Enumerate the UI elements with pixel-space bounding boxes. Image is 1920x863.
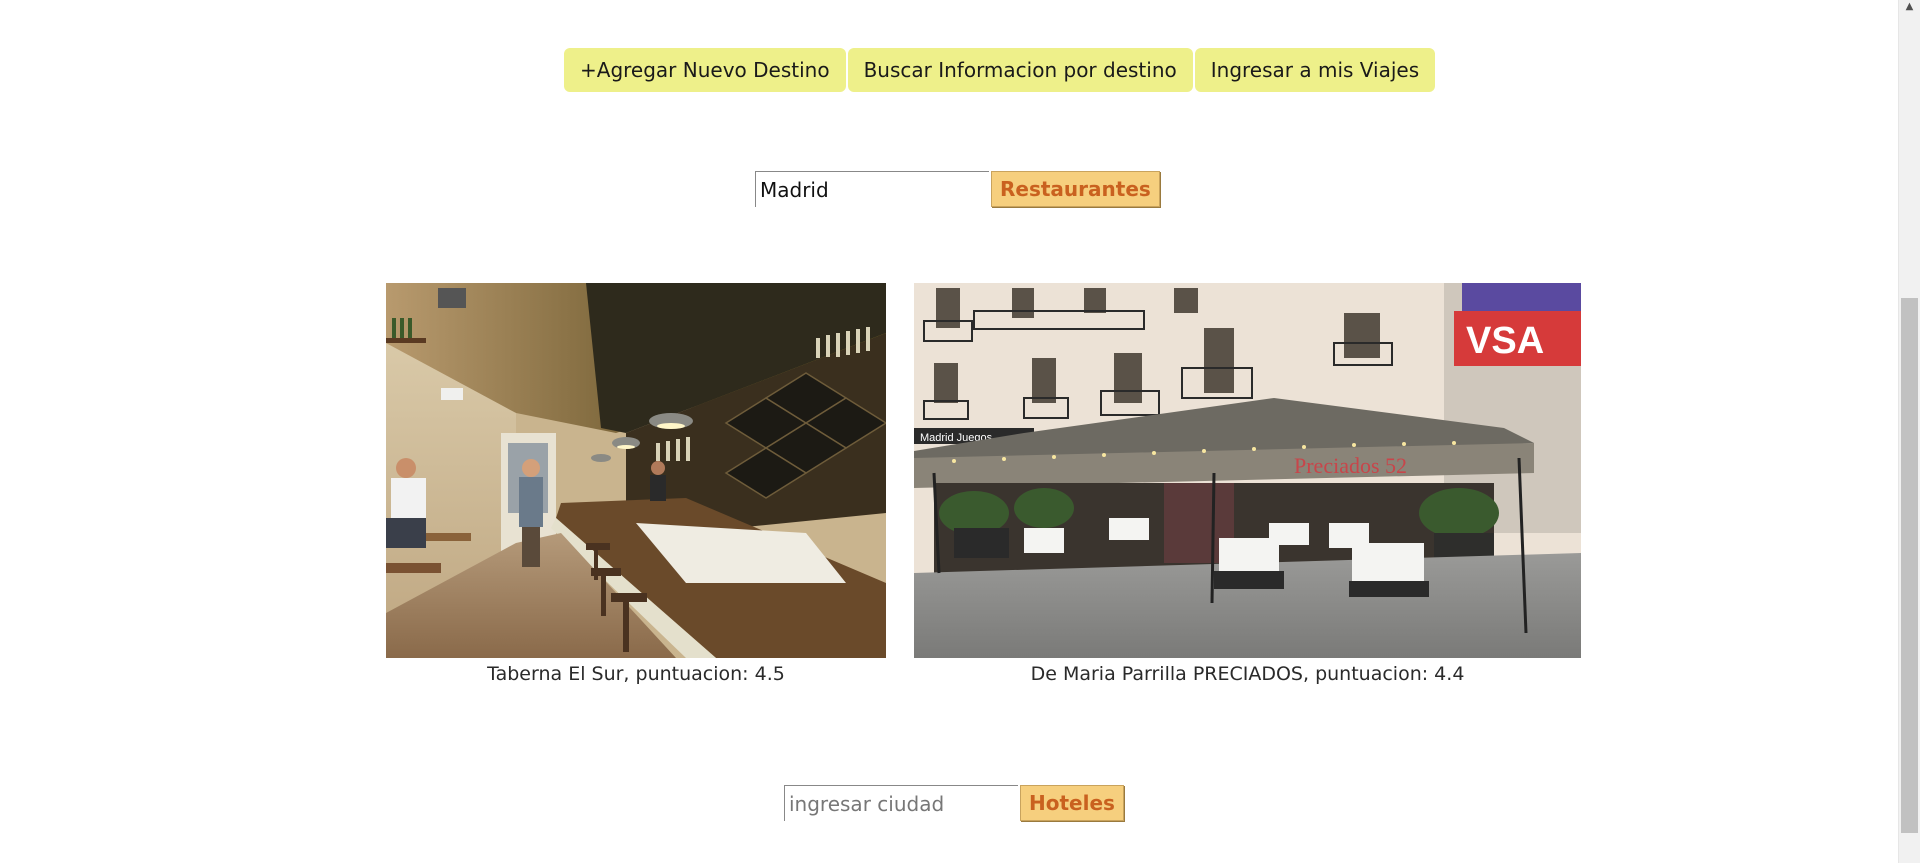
search-info-button[interactable]: Buscar Informacion por destino <box>847 48 1193 92</box>
hotel-city-input[interactable] <box>784 785 1018 821</box>
page: +Agregar Nuevo Destino Buscar Informacio… <box>0 0 1920 863</box>
restaurant-city-input[interactable] <box>755 171 989 207</box>
hotels-button[interactable]: Hoteles <box>1020 785 1124 821</box>
restaurant-card: VSA Madrid Juegos Preciados 52 De Maria … <box>914 283 1581 685</box>
restaurant-card: Taberna El Sur, puntuacion: 4.5 <box>386 283 886 685</box>
awning-text: Preciados 52 <box>1294 453 1407 478</box>
restaurants-button[interactable]: Restaurantes <box>991 171 1160 207</box>
hotel-search-row: Hoteles <box>784 785 1124 821</box>
restaurant-caption: De Maria Parrilla PRECIADOS, puntuacion:… <box>1030 663 1465 685</box>
vertical-scrollbar[interactable]: ▲ <box>1898 0 1920 863</box>
restaurant-search-row: Restaurantes <box>755 171 1160 207</box>
top-nav: +Agregar Nuevo Destino Buscar Informacio… <box>564 48 1436 92</box>
vsa-sign-text: VSA <box>1466 320 1544 362</box>
my-trips-button[interactable]: Ingresar a mis Viajes <box>1194 48 1436 92</box>
restaurant-photo[interactable] <box>386 283 886 658</box>
restaurant-photo[interactable]: VSA Madrid Juegos Preciados 52 <box>914 283 1581 658</box>
restaurant-caption: Taberna El Sur, puntuacion: 4.5 <box>487 663 785 685</box>
scroll-up-arrow-icon[interactable]: ▲ <box>1899 0 1920 14</box>
add-destination-button[interactable]: +Agregar Nuevo Destino <box>564 48 846 92</box>
scrollbar-thumb[interactable] <box>1901 298 1918 833</box>
